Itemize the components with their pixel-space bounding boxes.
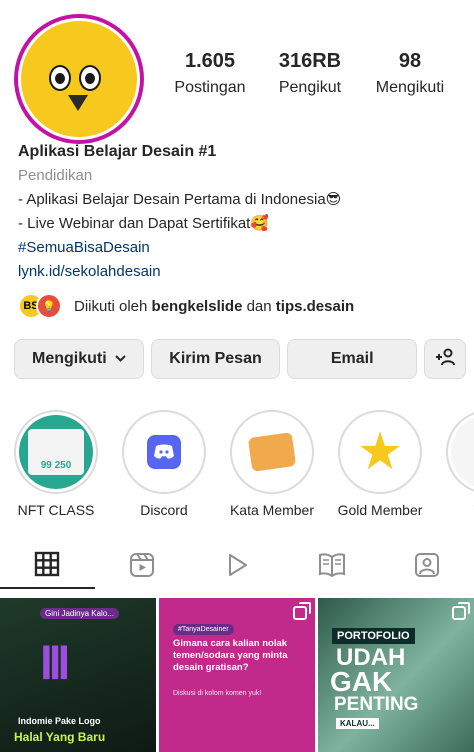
stat-posts-label: Postingan: [174, 79, 246, 96]
nft-class-cover: 99 250: [19, 415, 93, 489]
stat-posts-value: 1.605: [184, 50, 236, 72]
chevron-down-icon: [114, 353, 126, 365]
highlight-label: Gold Member: [337, 502, 423, 518]
right-eye: [79, 65, 101, 91]
following-button-label: Mengikuti: [32, 350, 107, 367]
post-1-logo: lll: [40, 637, 70, 689]
post-3-line-a: PORTOFOLIO: [332, 628, 415, 644]
tab-guides[interactable]: [284, 545, 379, 589]
highlight-kata-member[interactable]: Kata Member: [227, 410, 317, 518]
tab-grid[interactable]: [0, 545, 95, 589]
profile-avatar[interactable]: [14, 14, 144, 144]
highlight-label: NFT CLASS: [17, 502, 95, 518]
bio-link[interactable]: lynk.id/sekolahdesain: [18, 260, 464, 284]
highlight-gold-member[interactable]: ★ Gold Member: [335, 410, 425, 518]
tab-videos[interactable]: [190, 545, 285, 589]
stat-followers-value: 316RB: [278, 50, 342, 72]
email-button[interactable]: Email: [287, 339, 418, 379]
profile-name: Aplikasi Belajar Desain #1: [18, 143, 217, 160]
profile-category: Pendidikan: [18, 167, 93, 184]
post-thumbnail[interactable]: #TanyaDesainer Gimana cara kalian nolak …: [159, 598, 315, 752]
profile-actions: Mengikuti Kirim Pesan Email: [14, 339, 467, 379]
tab-reels[interactable]: [95, 545, 190, 589]
message-button[interactable]: Kirim Pesan: [150, 339, 281, 379]
post-1-line-2: Halal Yang Baru: [14, 730, 106, 744]
stat-followers[interactable]: 316RB Pengikut: [260, 50, 360, 97]
carousel-icon: [293, 602, 311, 620]
left-eye: [49, 65, 71, 91]
followed-by-text: Diikuti oleh bengkelslide dan tips.desai…: [74, 297, 355, 315]
highlight-testi[interactable]: Testi: [443, 410, 474, 518]
beak: [68, 95, 88, 111]
message-button-label: Kirim Pesan: [169, 350, 262, 367]
tagged-user-icon: [414, 552, 440, 583]
grid-icon: [34, 551, 60, 582]
following-button[interactable]: Mengikuti: [14, 339, 144, 379]
post-3-line-e: KALAU...: [336, 718, 379, 729]
post-thumbnail[interactable]: PORTOFOLIO UDAH GAK PENTING KALAU...: [318, 598, 474, 752]
stat-following-label: Mengikuti: [375, 79, 445, 96]
stat-following-value: 98: [398, 50, 422, 72]
post-grid: Gini Jadinya Kalo... lll Indomie Pake Lo…: [0, 598, 474, 752]
highlight-label: Discord: [140, 502, 188, 518]
post-3-line-d: PENTING: [334, 694, 419, 715]
box-icon: [235, 415, 309, 489]
follower-avatar-tips-desain: 💡: [36, 293, 62, 319]
followed-by[interactable]: BS 💡 Diikuti oleh bengkelslide dan tips.…: [18, 290, 354, 322]
bio-line-2: - Live Webinar dan Dapat Sertifikat🥰: [18, 215, 270, 232]
owl-logo-icon: [21, 21, 137, 137]
post-2-sub: Diskusi di kolom komen yuk!: [173, 690, 262, 697]
guide-book-icon: [318, 552, 346, 582]
stat-following[interactable]: 98 Mengikuti: [360, 50, 460, 97]
profile-bio: Aplikasi Belajar Desain #1 Pendidikan - …: [18, 140, 464, 284]
reels-icon: [129, 552, 155, 583]
bio-hashtag[interactable]: #SemuaBisaDesain: [18, 236, 464, 260]
star-icon: ★: [343, 415, 417, 489]
testimonial-cover: [451, 415, 474, 489]
profile-stats: 1.605 Postingan 316RB Pengikut 98 Mengik…: [160, 50, 460, 97]
highlight-nft-class[interactable]: 99 250 NFT CLASS: [11, 410, 101, 518]
post-1-top: Gini Jadinya Kalo...: [40, 608, 119, 619]
email-button-label: Email: [330, 350, 374, 367]
stat-posts[interactable]: 1.605 Postingan: [160, 50, 260, 97]
story-highlights: 99 250 NFT CLASS Discord Kata Member ★ G…: [0, 410, 474, 520]
highlight-discord[interactable]: Discord: [119, 410, 209, 518]
post-2-text: Gimana cara kalian nolak temen/sodara ya…: [173, 638, 288, 673]
profile-tabs: [0, 545, 474, 589]
highlight-label: Testi: [443, 502, 474, 518]
avatar-ring-gap: [18, 18, 140, 140]
post-1-line-1: Indomie Pake Logo: [18, 716, 101, 726]
bio-line-1: - Aplikasi Belajar Desain Pertama di Ind…: [18, 191, 342, 208]
stat-followers-label: Pengikut: [278, 79, 342, 96]
post-2-tag: #TanyaDesainer: [173, 624, 234, 635]
add-user-icon: [434, 348, 456, 371]
carousel-icon: [452, 602, 470, 620]
post-thumbnail[interactable]: Gini Jadinya Kalo... lll Indomie Pake Lo…: [0, 598, 156, 752]
discord-icon: [127, 415, 201, 489]
add-user-button[interactable]: [424, 339, 467, 379]
play-icon: [224, 552, 250, 583]
highlight-label: Kata Member: [229, 502, 315, 518]
tab-tagged[interactable]: [379, 545, 474, 589]
